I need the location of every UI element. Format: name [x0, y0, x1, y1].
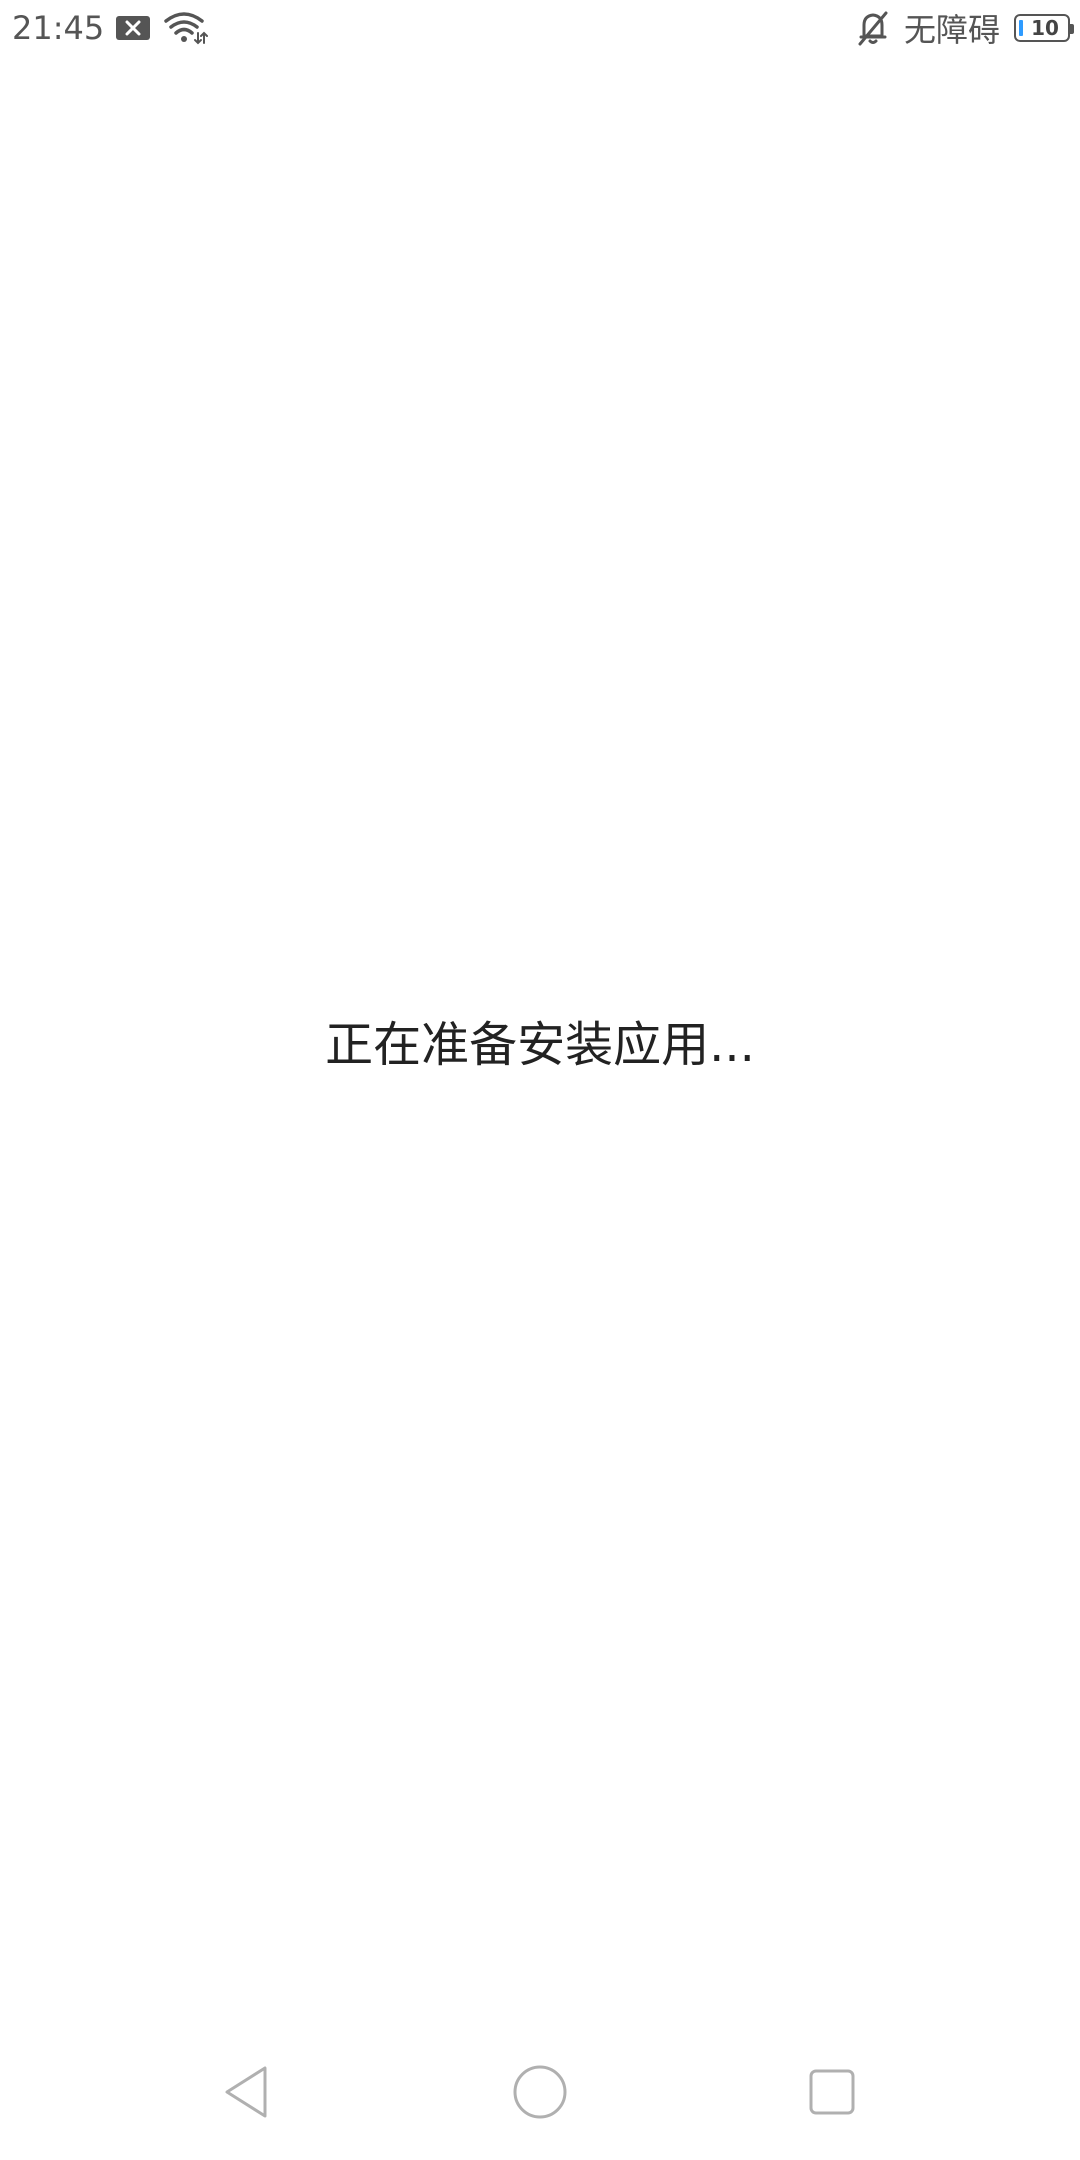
status-bar: 21:45 无障碍 10: [0, 0, 1080, 56]
status-bar-right: 无障碍 10: [856, 0, 1074, 56]
navigation-bar: [0, 2020, 1080, 2160]
close-notification-icon: [116, 14, 152, 42]
install-progress-message: 正在准备安装应用...: [325, 1017, 755, 1073]
accessibility-label: 无障碍: [903, 11, 1000, 49]
home-button[interactable]: [508, 2060, 572, 2124]
battery-fill: [1019, 20, 1023, 36]
battery-level: 10: [1031, 16, 1059, 40]
recent-apps-icon: [807, 2067, 857, 2117]
recent-apps-button[interactable]: [800, 2060, 864, 2124]
battery-cap: [1070, 24, 1074, 34]
back-button[interactable]: [215, 2060, 279, 2124]
battery-icon: 10: [1014, 14, 1074, 42]
bell-off-icon: [856, 10, 890, 46]
wifi-icon: [164, 11, 209, 45]
back-icon: [221, 2064, 273, 2120]
status-time: 21:45: [12, 9, 105, 47]
home-icon: [511, 2063, 569, 2121]
status-bar-left: 21:45: [12, 0, 209, 56]
screen: 21:45 无障碍 10 正在准备安装应用...: [0, 0, 1080, 2160]
